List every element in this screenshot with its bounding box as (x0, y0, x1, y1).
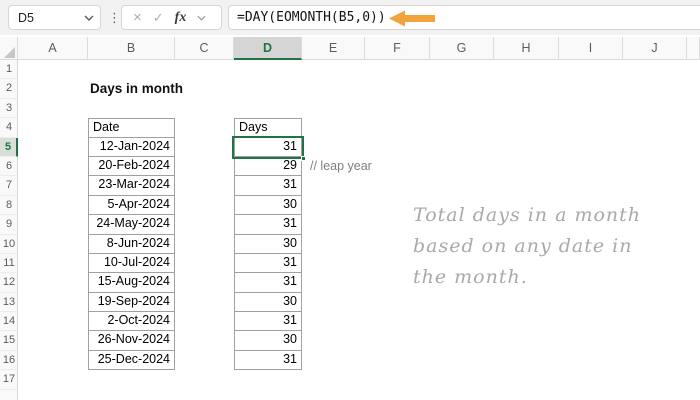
name-box-value: D5 (18, 10, 34, 25)
cell-b15[interactable]: 26-Nov-2024 (88, 331, 175, 351)
select-all-triangle-icon (4, 47, 15, 58)
orange-arrow-annotation (389, 10, 435, 27)
column-header-e[interactable]: E (302, 37, 365, 60)
column-header-f[interactable]: F (365, 37, 430, 60)
row-header-9[interactable]: 9 (0, 215, 18, 235)
cell-b14[interactable]: 2-Oct-2024 (88, 312, 175, 332)
chevron-down-icon[interactable] (84, 15, 94, 21)
column-header-c[interactable]: C (175, 37, 234, 60)
column-header-b[interactable]: B (88, 37, 175, 60)
cell-d10[interactable]: 30 (234, 234, 302, 254)
row-header-1[interactable]: 1 (0, 60, 18, 80)
row-header-3[interactable]: 3 (0, 99, 18, 119)
cell-d7[interactable]: 31 (234, 176, 302, 196)
row-header-4[interactable]: 4 (0, 118, 18, 138)
days-column: Days 31 29 31 30 31 30 31 31 30 31 30 31 (234, 118, 302, 371)
row-header-8[interactable]: 8 (0, 196, 18, 216)
worksheet-title: Days in month (90, 81, 184, 97)
column-header-d[interactable]: D (234, 37, 302, 60)
row-header-11[interactable]: 11 (0, 254, 18, 274)
date-header-cell[interactable]: Date (88, 118, 175, 138)
cell-d9[interactable]: 31 (234, 215, 302, 235)
cell-b8[interactable]: 5-Apr-2024 (88, 195, 175, 216)
column-header-i[interactable]: I (559, 37, 623, 60)
formula-bar: D5 ⋮ × ✓ fx =DAY(EOMONTH(B5,0)) (0, 0, 700, 35)
row-header-2[interactable]: 2 (0, 79, 18, 99)
row-header-5[interactable]: 5 (0, 137, 18, 157)
cell-b7[interactable]: 23-Mar-2024 (88, 176, 175, 196)
column-header-a[interactable]: A (18, 37, 88, 60)
formula-button-group: × ✓ fx (121, 5, 222, 30)
name-box[interactable]: D5 (8, 5, 101, 30)
cell-b11[interactable]: 10-Jul-2024 (88, 253, 175, 274)
row-header-13[interactable]: 13 (0, 293, 18, 313)
cell-b10[interactable]: 8-Jun-2024 (88, 234, 175, 254)
row-header-6[interactable]: 6 (0, 157, 18, 177)
annotation-line: Total days in a month (413, 204, 642, 226)
handwritten-annotation: Total days in a month based on any date … (413, 200, 641, 293)
cell-b6[interactable]: 20-Feb-2024 (88, 156, 175, 177)
cell-d14[interactable]: 31 (234, 312, 302, 332)
row-header-14[interactable]: 14 (0, 312, 18, 332)
row-header-column: 1 2 3 4 5 6 7 8 9 10 11 12 13 14 15 16 1… (0, 60, 18, 400)
cell-d13[interactable]: 30 (234, 292, 302, 313)
select-all-button[interactable] (0, 37, 18, 60)
excel-window: D5 ⋮ × ✓ fx =DAY(EOMONTH(B5,0)) A B C D … (0, 0, 700, 400)
cell-d11[interactable]: 31 (234, 253, 302, 274)
enter-icon[interactable]: ✓ (153, 11, 164, 24)
date-column: Date 12-Jan-2024 20-Feb-2024 23-Mar-2024… (88, 118, 175, 371)
chevron-down-icon[interactable] (197, 15, 206, 21)
cell-d16[interactable]: 31 (234, 350, 302, 371)
cancel-icon[interactable]: × (133, 10, 142, 25)
cell-b16[interactable]: 25-Dec-2024 (88, 350, 175, 371)
formula-input[interactable]: =DAY(EOMONTH(B5,0)) (228, 5, 700, 30)
annotation-line: based on any date in (413, 235, 633, 257)
row-header-12[interactable]: 12 (0, 273, 18, 293)
more-options-icon[interactable]: ⋮ (108, 5, 121, 30)
sheet-area: Days in month Date 12-Jan-2024 20-Feb-20… (19, 60, 700, 400)
row-header-15[interactable]: 15 (0, 331, 18, 351)
row-header-17[interactable]: 17 (0, 370, 18, 390)
column-header-partial[interactable] (687, 37, 700, 60)
column-header-row: A B C D E F G H I J (0, 37, 700, 60)
row-header-10[interactable]: 10 (0, 235, 18, 254)
cell-d6[interactable]: 29 (234, 156, 302, 177)
cell-d15[interactable]: 30 (234, 331, 302, 351)
cell-b9[interactable]: 24-May-2024 (88, 215, 175, 235)
column-header-h[interactable]: H (494, 37, 559, 60)
row-header-16[interactable]: 16 (0, 351, 18, 371)
insert-function-icon[interactable]: fx (175, 10, 187, 26)
leap-year-note: // leap year (310, 159, 372, 173)
annotation-line: the month. (413, 266, 528, 288)
cell-b5[interactable]: 12-Jan-2024 (88, 137, 175, 157)
column-header-j[interactable]: J (623, 37, 687, 60)
cell-b13[interactable]: 19-Sep-2024 (88, 292, 175, 313)
cell-d5-active[interactable]: 31 (234, 137, 302, 157)
column-header-g[interactable]: G (430, 37, 494, 60)
row-header-7[interactable]: 7 (0, 176, 18, 196)
cell-d12[interactable]: 31 (234, 273, 302, 293)
formula-text: =DAY(EOMONTH(B5,0)) (237, 10, 386, 25)
cell-d8[interactable]: 30 (234, 195, 302, 216)
cell-b12[interactable]: 15-Aug-2024 (88, 273, 175, 293)
days-header-cell[interactable]: Days (234, 118, 302, 138)
